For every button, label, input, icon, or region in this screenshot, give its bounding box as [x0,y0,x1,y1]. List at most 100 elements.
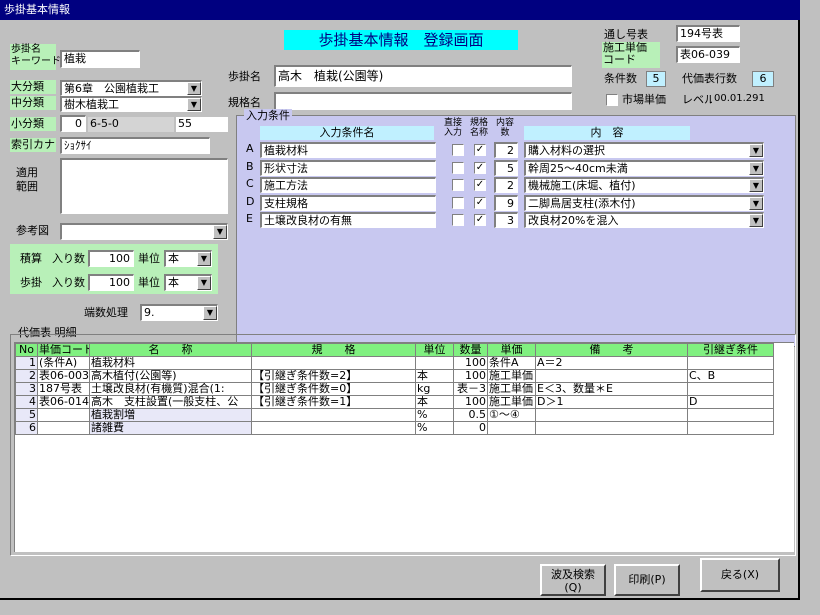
table-cell[interactable] [535,408,688,422]
table-cell[interactable]: 2 [15,369,38,383]
table-cell[interactable]: 0.5 [453,408,488,422]
chevron-down-icon[interactable]: ▼ [197,252,211,266]
table-cell[interactable]: 0 [453,421,488,435]
table-row[interactable]: 1 (条件A) 植栽材料 100 条件A A＝2 [15,356,774,370]
keyword-input[interactable]: 植栽 [60,50,140,68]
table-cell[interactable]: 諸雑費 [89,421,252,435]
chevron-down-icon[interactable]: ▼ [213,225,227,239]
detail-column-header[interactable]: 備 考 [535,343,688,357]
table-cell[interactable]: 6 [15,421,38,435]
table-cell[interactable]: 【引継ぎ条件数=0】 [251,382,416,396]
table-cell[interactable] [251,408,416,422]
table-cell[interactable]: D [687,395,774,409]
table-row[interactable]: 3 187号表 土壌改良材(有機質)混合(1: 【引継ぎ条件数=0】 kg 表－3 施工単価… [15,382,774,396]
table-cell[interactable]: 施工単価 [487,382,536,396]
table-cell[interactable]: 3 [15,382,38,396]
table-cell[interactable] [535,369,688,383]
hakyu-search-button[interactable]: 波及検索 (Q) [540,564,606,596]
table-cell[interactable]: 187号表 [37,382,90,396]
table-cell[interactable] [487,421,536,435]
cond-row-count-input[interactable]: 5 [494,160,518,176]
table-cell[interactable]: D＞1 [535,395,688,409]
table-cell[interactable]: 1 [15,356,38,370]
table-cell[interactable]: kg [415,382,454,396]
table-row[interactable]: 4 表06-014 高木 支柱設置(一般支柱、公 【引継ぎ条件数=1】本 100 施工単価… [15,395,774,409]
bugake-iri-input[interactable]: 100 [88,274,134,291]
sekisan-tani-select[interactable]: 本 ▼ [164,250,212,267]
cond-row-name-input[interactable]: 施工方法 [260,177,436,193]
cond-row-name-input[interactable]: 土壌改良材の有無 [260,212,436,228]
cond-row-direct-checkbox[interactable] [452,144,464,156]
tekiyo-textarea[interactable] [60,158,228,214]
detail-column-header[interactable]: 名 称 [89,343,252,357]
table-row[interactable]: 6 諸雑費% 0 [15,421,774,435]
table-cell[interactable] [251,356,416,370]
shijo-checkbox[interactable] [606,94,618,106]
cond-row-kikaku-checkbox[interactable]: ✓ [474,144,486,156]
cond-row-direct-checkbox[interactable] [452,214,464,226]
chubunrui-select[interactable]: 樹木植栽工 ▼ [60,96,202,112]
table-row[interactable]: 2 表06-003 高木植付(公園等) 【引継ぎ条件数=2】本 100 施工単価 C、B [15,369,774,383]
cond-row-content-select[interactable]: 二脚鳥居支柱(添木付) ▼ [524,195,764,211]
cond-row-count-input[interactable]: 2 [494,142,518,158]
table-cell[interactable]: A＝2 [535,356,688,370]
detail-column-header[interactable]: No [15,343,38,357]
table-row[interactable]: 5 植栽割増% 0.5 ①～④ [15,408,774,422]
cond-row-content-select[interactable]: 改良材20%を混入 ▼ [524,212,764,228]
cond-row-direct-checkbox[interactable] [452,179,464,191]
table-cell[interactable]: 高木植付(公園等) [89,369,252,383]
cond-row-count-input[interactable]: 9 [494,195,518,211]
chevron-down-icon[interactable]: ▼ [203,306,217,320]
detail-column-header[interactable]: 単位 [415,343,454,357]
table-cell[interactable]: 【引継ぎ条件数=1】 [251,395,416,409]
table-cell[interactable]: 本 [415,369,454,383]
table-cell[interactable]: 施工単価 [487,395,536,409]
cond-row-direct-checkbox[interactable] [452,162,464,174]
cond-row-name-input[interactable]: 形状寸法 [260,160,436,176]
cond-row-count-input[interactable]: 3 [494,212,518,228]
cond-row-content-select[interactable]: 幹周25～40cm未満 ▼ [524,160,764,176]
detail-column-header[interactable]: 規 格 [251,343,416,357]
kikakumei-input[interactable] [274,92,572,110]
hasu-select[interactable]: 9. ▼ [140,304,218,321]
table-cell[interactable]: 施工単価 [487,369,536,383]
table-cell[interactable]: % [415,408,454,422]
table-cell[interactable]: 表－3 [453,382,488,396]
sanko-select[interactable]: ▼ [60,223,228,240]
back-button[interactable]: 戻る(X) [700,558,780,592]
table-cell[interactable]: 条件A [487,356,536,370]
cond-row-count-input[interactable]: 2 [494,177,518,193]
cond-row-content-select[interactable]: 機械施工(床堀、植付) ▼ [524,177,764,193]
table-cell[interactable]: 【引継ぎ条件数=2】 [251,369,416,383]
print-button[interactable]: 印刷(P) [614,564,680,596]
table-cell[interactable]: 高木 支柱設置(一般支柱、公 [89,395,252,409]
cond-row-name-input[interactable]: 支柱規格 [260,195,436,211]
bugake-tani-select[interactable]: 本 ▼ [164,274,212,291]
detail-column-header[interactable]: 単価コード [37,343,90,357]
table-cell[interactable]: 土壌改良材(有機質)混合(1: [89,382,252,396]
table-cell[interactable]: 4 [15,395,38,409]
cond-row-name-input[interactable]: 植栽材料 [260,142,436,158]
table-cell[interactable]: 100 [453,356,488,370]
cond-row-kikaku-checkbox[interactable]: ✓ [474,179,486,191]
chevron-down-icon[interactable]: ▼ [187,98,201,111]
cond-row-kikaku-checkbox[interactable]: ✓ [474,214,486,226]
table-cell[interactable] [687,408,774,422]
sekisan-iri-input[interactable]: 100 [88,250,134,267]
table-cell[interactable] [535,421,688,435]
toshi-input[interactable]: 194号表 [676,25,740,42]
table-cell[interactable]: (条件A) [37,356,90,370]
table-cell[interactable] [37,408,90,422]
daibunrui-select[interactable]: 第6章 公園植栽工 ▼ [60,80,202,96]
table-cell[interactable]: % [415,421,454,435]
cond-row-kikaku-checkbox[interactable]: ✓ [474,162,486,174]
chevron-down-icon[interactable]: ▼ [749,162,763,175]
table-cell[interactable] [415,356,454,370]
table-cell[interactable] [687,421,774,435]
chevron-down-icon[interactable]: ▼ [749,144,763,157]
table-cell[interactable]: 植栽割増 [89,408,252,422]
chevron-down-icon[interactable]: ▼ [197,276,211,290]
chevron-down-icon[interactable]: ▼ [749,179,763,192]
cond-row-kikaku-checkbox[interactable]: ✓ [474,197,486,209]
tanka-code-input[interactable]: 表06-039 [676,46,740,63]
